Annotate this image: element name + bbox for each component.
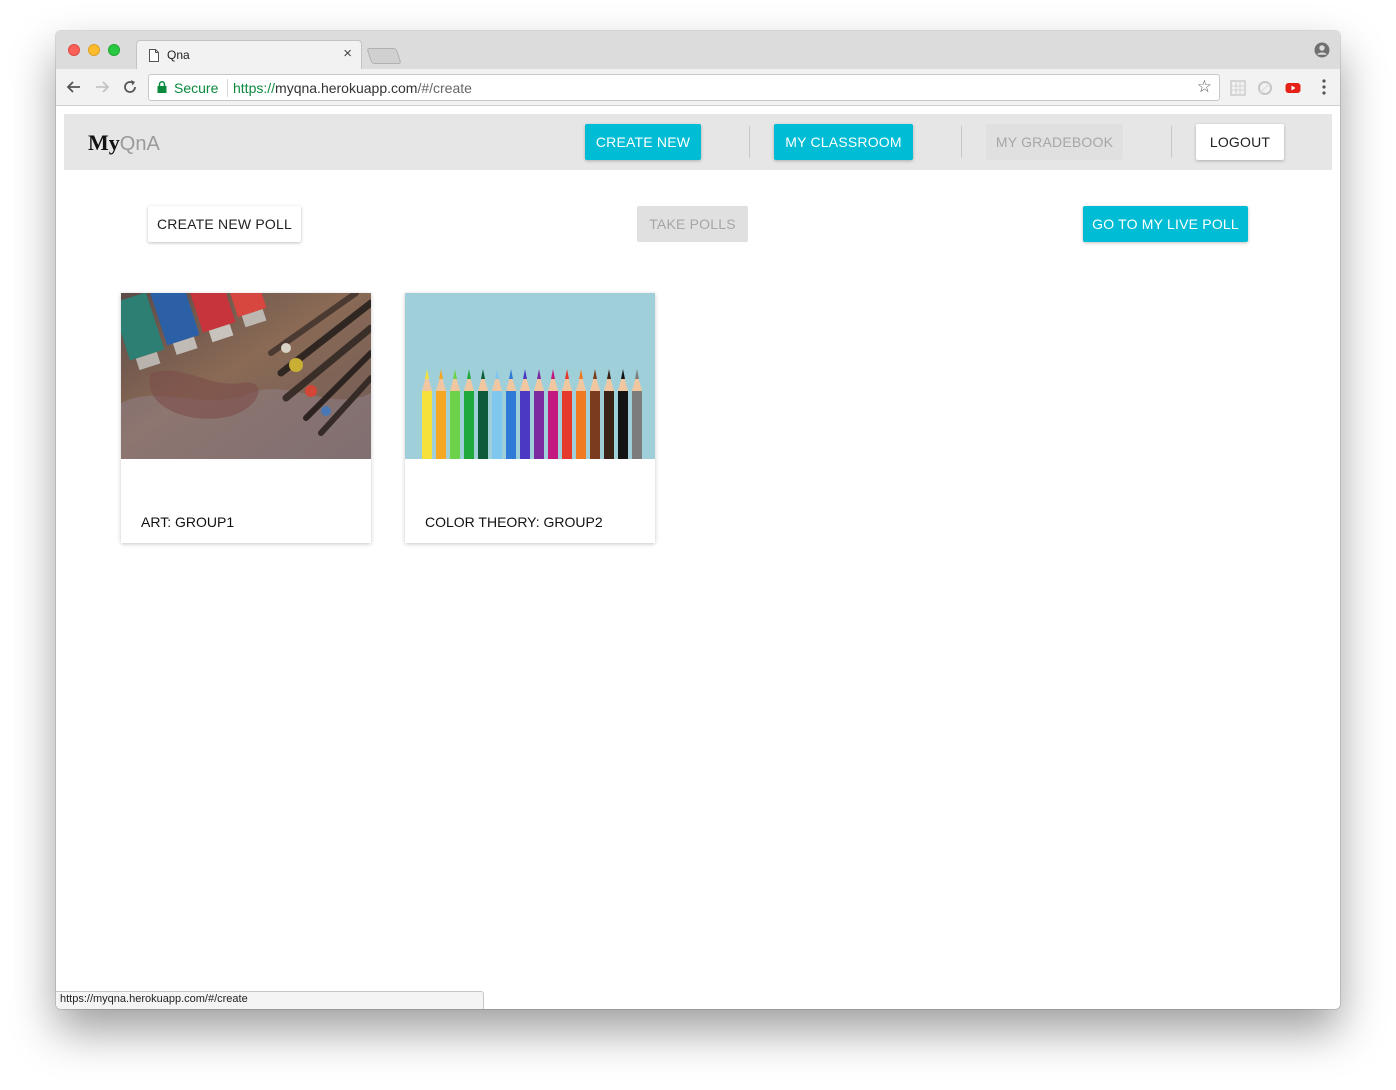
nav-divider	[749, 126, 750, 158]
reload-icon[interactable]	[120, 77, 140, 97]
create-new-button[interactable]: CREATE NEW	[585, 124, 701, 160]
minimize-window-button[interactable]	[88, 44, 100, 56]
browser-window: Qna × Secure https://myqna.herokuapp.com…	[56, 31, 1340, 1009]
url-scheme: https://	[233, 80, 276, 96]
address-divider	[227, 79, 228, 97]
close-window-button[interactable]	[68, 44, 80, 56]
address-bar[interactable]: Secure https://myqna.herokuapp.com/#/cre…	[148, 74, 1220, 101]
my-classroom-button[interactable]: MY CLASSROOM	[774, 124, 913, 160]
browser-toolbar: Secure https://myqna.herokuapp.com/#/cre…	[56, 69, 1340, 106]
bookmark-star-icon[interactable]: ☆	[1197, 77, 1212, 97]
status-bar: https://myqna.herokuapp.com/#/create	[56, 991, 484, 1009]
profile-icon[interactable]	[1314, 42, 1330, 58]
card-title: COLOR THEORY: GROUP2	[425, 514, 603, 530]
my-gradebook-button[interactable]: MY GRADEBOOK	[986, 124, 1123, 160]
url-path: /#/create	[417, 80, 472, 96]
paint-tubes-image	[121, 293, 371, 459]
poll-card[interactable]: ART: GROUP1	[121, 293, 371, 543]
page-viewport: MyQnA CREATE NEW MY CLASSROOM MY GRADEBO…	[56, 106, 1340, 1009]
back-arrow-icon[interactable]	[64, 77, 84, 97]
poll-card[interactable]: COLOR THEORY: GROUP2	[405, 293, 655, 543]
take-polls-button[interactable]: TAKE POLLS	[637, 206, 748, 242]
browser-tab[interactable]: Qna ×	[136, 40, 362, 70]
url-host: myqna.herokuapp.com	[275, 80, 418, 96]
url-text: https://myqna.herokuapp.com/#/create	[233, 80, 472, 96]
logo-my: My	[88, 130, 120, 155]
logo-qna: QnA	[119, 133, 160, 155]
go-to-live-poll-button[interactable]: GO TO MY LIVE POLL	[1083, 206, 1248, 242]
logout-button[interactable]: LOGOUT	[1196, 124, 1284, 160]
tab-close-icon[interactable]: ×	[343, 45, 352, 62]
card-title: ART: GROUP1	[141, 514, 235, 530]
nav-divider	[1171, 126, 1172, 158]
document-icon	[149, 49, 159, 62]
app-logo[interactable]: MyQnA	[88, 130, 160, 156]
forward-arrow-icon[interactable]	[92, 77, 112, 97]
tab-title: Qna	[167, 48, 190, 62]
extension-swirl-icon[interactable]	[1257, 80, 1273, 96]
nav-divider	[961, 126, 962, 158]
zoom-window-button[interactable]	[108, 44, 120, 56]
lock-icon	[157, 81, 167, 93]
app-navbar: MyQnA CREATE NEW MY CLASSROOM MY GRADEBO…	[64, 114, 1332, 170]
title-bar: Qna ×	[56, 31, 1340, 70]
create-new-poll-button[interactable]: CREATE NEW POLL	[148, 206, 301, 242]
secure-label: Secure	[174, 80, 219, 96]
youtube-extension-icon[interactable]	[1285, 80, 1301, 96]
new-tab-button[interactable]	[366, 48, 402, 64]
colored-pencils-image	[405, 293, 655, 459]
browser-menu-icon[interactable]	[1322, 78, 1326, 96]
extension-grid-icon[interactable]	[1230, 80, 1246, 96]
